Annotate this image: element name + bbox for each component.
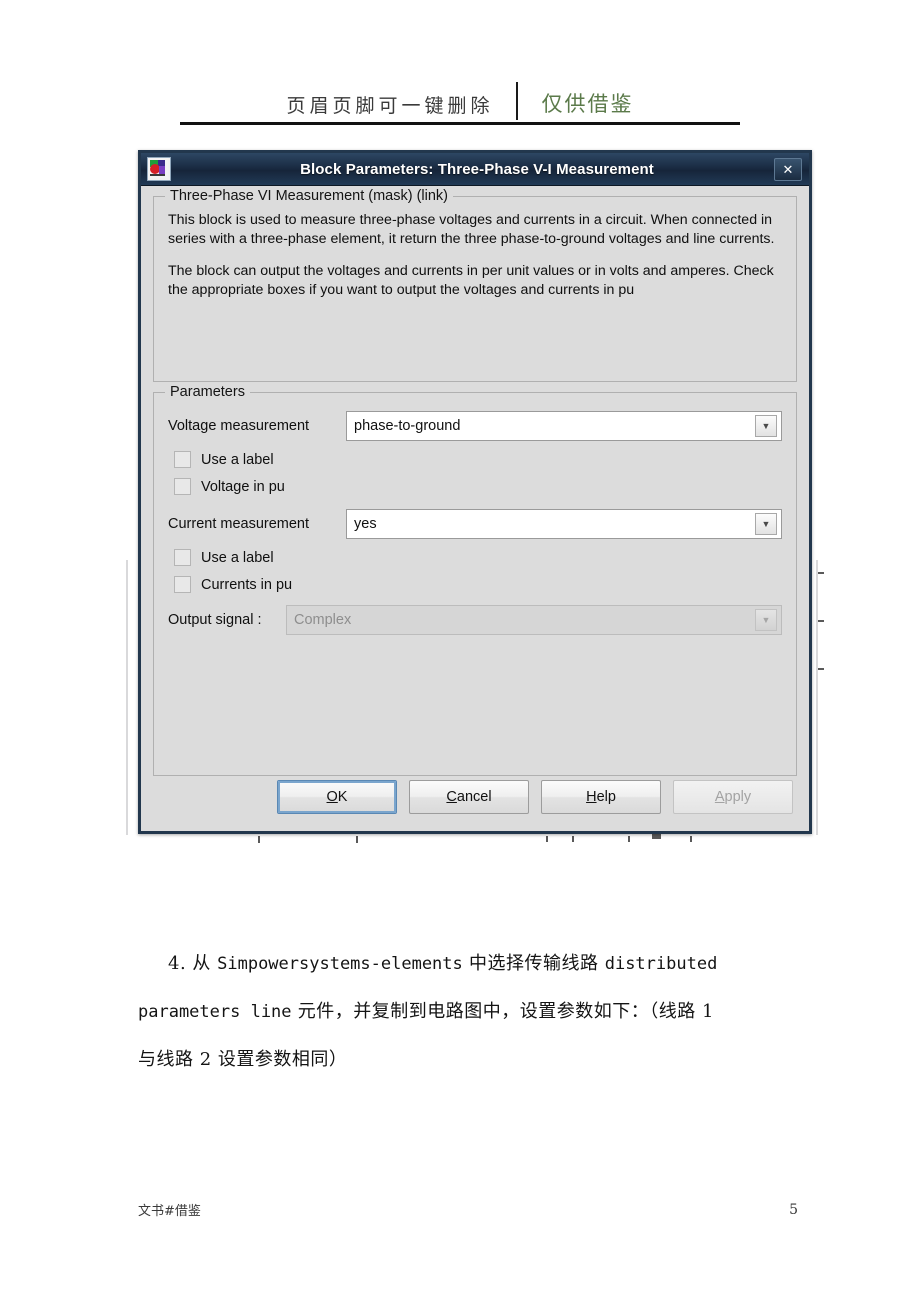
parameters-group: Parameters Voltage measurement phase-to-… xyxy=(153,384,797,776)
current-use-label-row[interactable]: Use a label xyxy=(174,549,782,566)
body-line-1-mono-2: distributed xyxy=(604,954,718,974)
scan-artifact-right xyxy=(816,560,818,835)
body-line-2: parameters line 元件，并复制到电路图中，设置参数如下：（线路 1 xyxy=(138,988,798,1036)
ok-button[interactable]: OK xyxy=(277,780,397,814)
voltage-in-pu-checkbox[interactable] xyxy=(174,478,191,495)
current-use-label-text: Use a label xyxy=(201,549,274,566)
output-signal-select: Complex ▼ xyxy=(286,605,782,635)
help-button-accel: H xyxy=(586,789,597,805)
help-button[interactable]: Help xyxy=(541,780,661,814)
voltage-measurement-row: Voltage measurement phase-to-ground ▼ xyxy=(168,411,782,441)
header-rule xyxy=(180,122,740,125)
parameters-group-title: Parameters xyxy=(165,384,250,400)
output-signal-value: Complex xyxy=(294,612,352,628)
simulink-block-icon xyxy=(147,157,171,181)
scan-artifact-tick-9 xyxy=(652,834,661,839)
voltage-measurement-select[interactable]: phase-to-ground ▼ xyxy=(346,411,782,441)
header-left-text: 页眉页脚可一键删除 xyxy=(286,95,494,117)
block-parameters-dialog: Block Parameters: Three-Phase V-I Measur… xyxy=(138,150,812,834)
current-measurement-value: yes xyxy=(354,516,377,532)
voltage-measurement-label: Voltage measurement xyxy=(168,418,310,434)
footer-page-number: 5 xyxy=(789,1201,798,1218)
description-group: Three-Phase VI Measurement (mask) (link)… xyxy=(153,188,797,382)
apply-button-label: pply xyxy=(724,789,752,805)
scan-artifact-tick-6 xyxy=(546,836,548,842)
output-signal-label: Output signal : xyxy=(168,612,262,628)
body-line-2-part-b: 元件，并复制到电路图中，设置参数如下：（线路 1 xyxy=(291,1001,714,1022)
dialog-title: Block Parameters: Three-Phase V-I Measur… xyxy=(300,160,654,178)
scan-artifact-tick-10 xyxy=(690,836,692,842)
body-line-1-part-b: 中选择传输线路 xyxy=(462,953,605,974)
scan-artifact-tick-5 xyxy=(356,836,358,843)
current-measurement-select[interactable]: yes ▼ xyxy=(346,509,782,539)
chevron-down-icon[interactable]: ▼ xyxy=(755,513,777,535)
scan-artifact-tick-2 xyxy=(818,620,824,622)
chevron-down-icon[interactable]: ▼ xyxy=(755,415,777,437)
voltage-use-label-row[interactable]: Use a label xyxy=(174,451,782,468)
scan-artifact-tick-4 xyxy=(258,836,260,843)
footer-left-text: 文书#借鉴 xyxy=(138,1204,201,1219)
current-measurement-row: Current measurement yes ▼ xyxy=(168,509,782,539)
body-line-1-mono: Simpowersystems-elements xyxy=(217,954,463,974)
description-paragraph-2: The block can output the voltages and cu… xyxy=(168,263,774,298)
cancel-button-accel: C xyxy=(446,789,457,805)
cancel-button[interactable]: Cancel xyxy=(409,780,529,814)
apply-button: Apply xyxy=(673,780,793,814)
cancel-button-label: ancel xyxy=(456,789,492,805)
dialog-body: Three-Phase VI Measurement (mask) (link)… xyxy=(141,186,809,776)
scan-artifact-left xyxy=(126,560,128,835)
dialog-button-bar: OK Cancel Help Apply xyxy=(141,763,809,831)
body-line-1-part-a: 4. 从 xyxy=(168,953,218,974)
currents-in-pu-row[interactable]: Currents in pu xyxy=(174,576,782,593)
apply-button-accel: A xyxy=(714,789,725,805)
voltage-in-pu-text: Voltage in pu xyxy=(201,478,285,495)
dialog-titlebar[interactable]: Block Parameters: Three-Phase V-I Measur… xyxy=(141,153,809,186)
currents-in-pu-text: Currents in pu xyxy=(201,576,293,593)
ok-button-label: K xyxy=(337,789,348,805)
voltage-use-label-text: Use a label xyxy=(201,451,274,468)
scan-artifact-tick-8 xyxy=(628,836,630,842)
ok-button-accel: O xyxy=(326,789,338,805)
scan-artifact-tick-3 xyxy=(818,668,824,670)
body-text: 4. 从 Simpowersystems-elements 中选择传输线路 di… xyxy=(138,940,798,1084)
body-line-2-mono: parameters line xyxy=(138,1002,292,1022)
scan-artifact-tick-1 xyxy=(818,572,824,574)
voltage-measurement-value: phase-to-ground xyxy=(354,418,461,434)
body-line-1: 4. 从 Simpowersystems-elements 中选择传输线路 di… xyxy=(138,940,798,988)
close-icon[interactable]: ✕ xyxy=(774,158,802,181)
voltage-use-label-checkbox[interactable] xyxy=(174,451,191,468)
page-header: 页眉页脚可一键删除 仅供借鉴 xyxy=(180,78,740,130)
scan-artifact-tick-7 xyxy=(572,836,574,842)
body-line-3: 与线路 2 设置参数相同） xyxy=(138,1049,348,1070)
current-use-label-checkbox[interactable] xyxy=(174,549,191,566)
description-paragraph-1: This block is used to measure three-phas… xyxy=(168,212,775,247)
description-group-title: Three-Phase VI Measurement (mask) (link) xyxy=(165,188,453,204)
header-right-text: 仅供借鉴 xyxy=(541,92,634,116)
page-footer: 文书#借鉴 5 xyxy=(138,1200,798,1220)
output-signal-row: Output signal : Complex ▼ xyxy=(168,605,782,635)
help-button-label: elp xyxy=(596,789,616,805)
current-measurement-label: Current measurement xyxy=(168,516,310,532)
currents-in-pu-checkbox[interactable] xyxy=(174,576,191,593)
chevron-down-icon: ▼ xyxy=(755,609,777,631)
voltage-in-pu-row[interactable]: Voltage in pu xyxy=(174,478,782,495)
